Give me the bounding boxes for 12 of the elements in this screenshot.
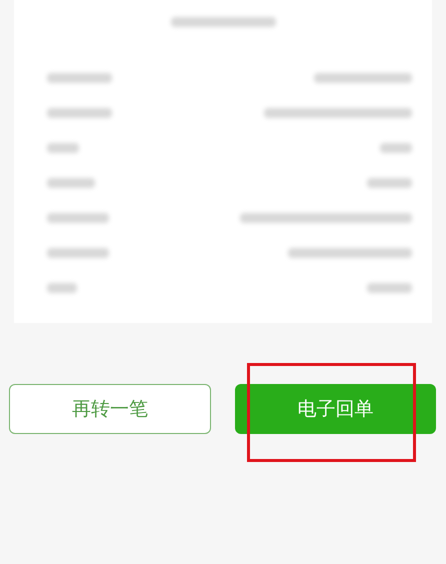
blurred-text <box>47 73 112 83</box>
receipt-button[interactable]: 电子回单 <box>234 384 436 434</box>
blurred-text <box>47 178 95 188</box>
transfer-again-button[interactable]: 再转一笔 <box>9 384 210 434</box>
blurred-text <box>47 213 109 223</box>
blurred-text <box>367 178 412 188</box>
blurred-text <box>380 143 412 153</box>
blurred-text <box>47 248 109 258</box>
blurred-text <box>47 283 77 293</box>
blurred-text <box>47 108 112 118</box>
blurred-text <box>47 143 79 153</box>
blurred-text <box>367 283 412 293</box>
